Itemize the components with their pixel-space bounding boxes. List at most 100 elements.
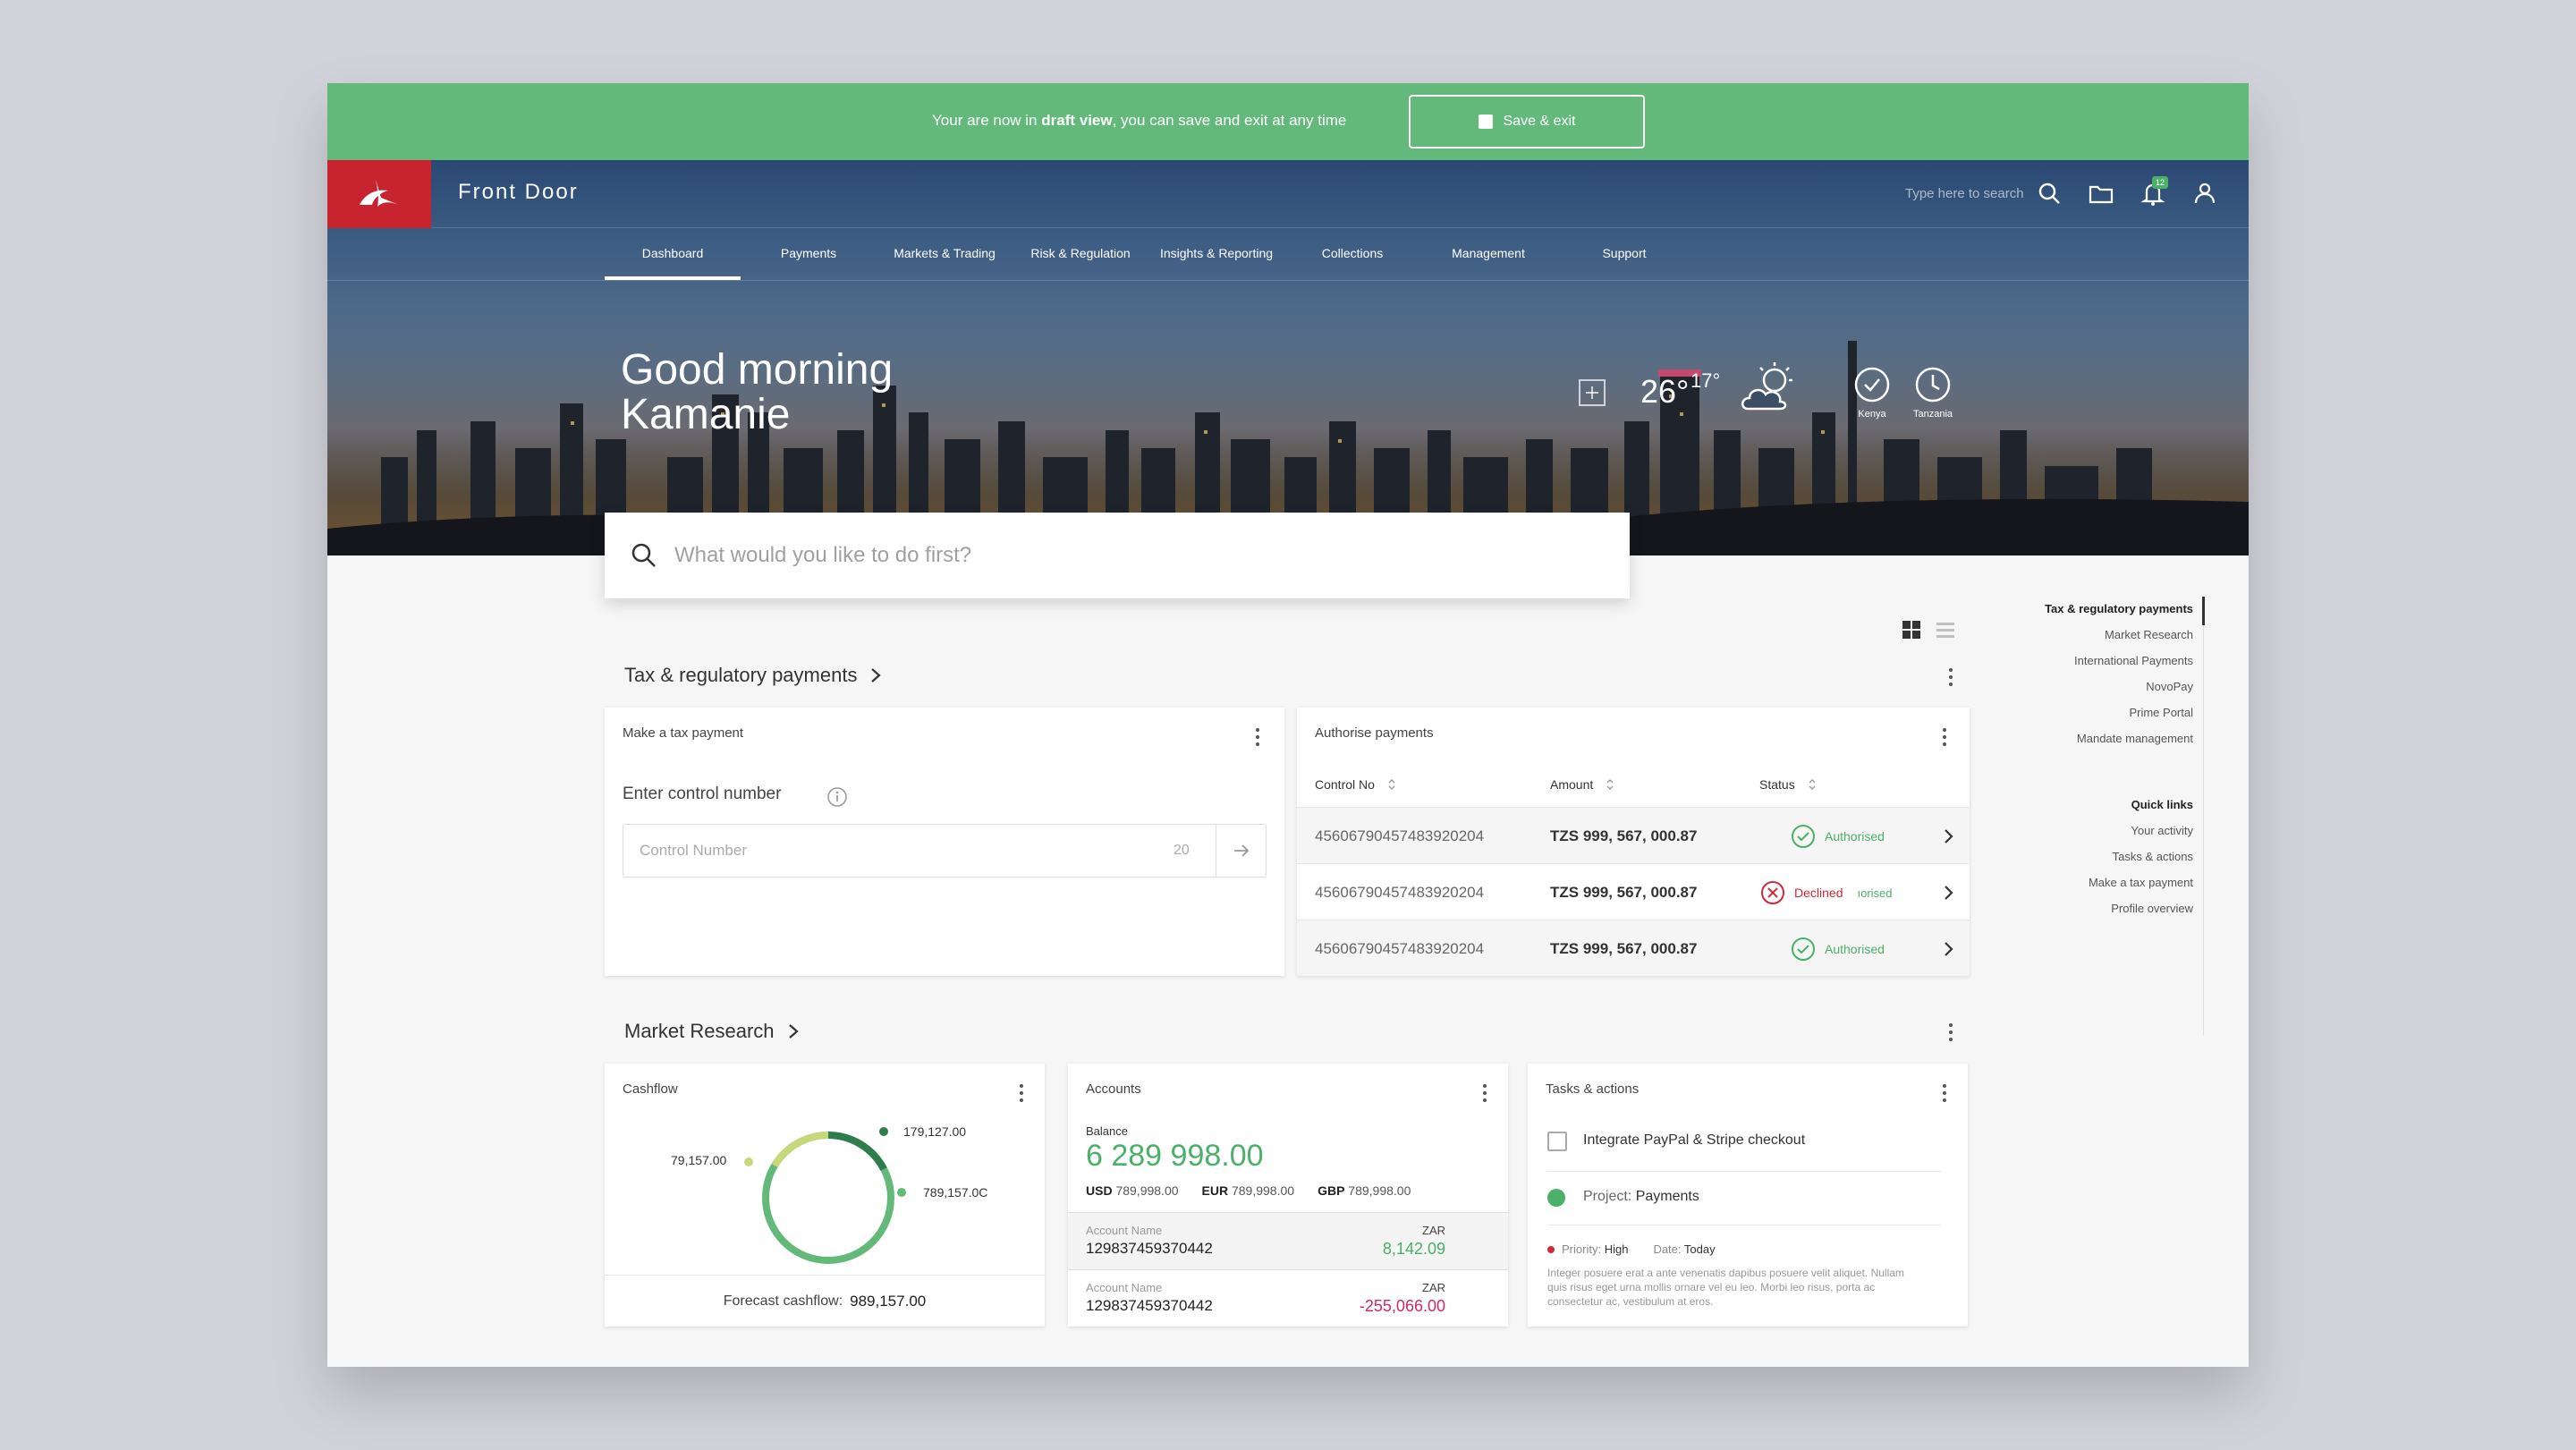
tax-section-header[interactable]: Tax & regulatory payments [624, 664, 882, 687]
draft-text-bold: draft view [1041, 112, 1113, 129]
temperature-high: 26° [1640, 373, 1690, 410]
make-tax-payment-card: Make a tax payment Enter control number … [605, 708, 1284, 976]
sort-icon [1809, 779, 1816, 790]
nav-markets-trading[interactable]: Markets & Trading [877, 228, 1013, 280]
amount: TZS 999, 567, 000.87 [1550, 940, 1698, 957]
donut-label: 179,127.00 [903, 1124, 967, 1139]
forecast-label: Forecast cashflow: [723, 1293, 843, 1309]
card-menu-icon[interactable] [1249, 725, 1267, 749]
account-amount: -255,066.00 [1359, 1297, 1445, 1315]
account-row[interactable]: Account Name 129837459370442 ZAR -255,06… [1068, 1269, 1508, 1327]
market-section-menu-icon[interactable] [1942, 1021, 1960, 1044]
nav-insights-reporting[interactable]: Insights & Reporting [1148, 228, 1284, 280]
card-menu-icon[interactable] [1476, 1081, 1494, 1105]
rail-active-indicator [2202, 597, 2205, 625]
rail-item-novopay[interactable]: NovoPay [2146, 680, 2193, 693]
balance-label: Balance [1086, 1124, 1128, 1138]
user-icon[interactable] [2191, 180, 2218, 207]
nav-dashboard[interactable]: Dashboard [605, 228, 741, 280]
account-amount: 8,142.09 [1382, 1240, 1445, 1258]
nav-support[interactable]: Support [1556, 228, 1692, 280]
quick-link-tasks[interactable]: Tasks & actions [2113, 850, 2193, 863]
column-label: Control No [1315, 777, 1375, 792]
clock-icon-tanzania[interactable] [1914, 366, 1952, 403]
column-label: Status [1759, 777, 1795, 792]
account-row[interactable]: Account Name 129837459370442 ZAR 8,142.0… [1068, 1212, 1508, 1269]
control-number: 45606790457483920204 [1315, 827, 1485, 844]
account-currency: ZAR [1422, 1224, 1445, 1237]
check-circle-icon [1792, 825, 1815, 848]
chevron-right-icon[interactable] [1943, 884, 1955, 902]
column-header-control[interactable]: Control No [1315, 777, 1396, 792]
nav-payments[interactable]: Payments [741, 228, 877, 280]
list-view-icon[interactable] [1936, 620, 1955, 640]
chevron-right-icon [871, 668, 882, 683]
currency-gbp: GBP 789,998.00 [1318, 1183, 1411, 1198]
greeting-line1: Good morning [621, 346, 894, 394]
forecast-value: 989,157.00 [850, 1292, 927, 1310]
rail-line [2203, 625, 2204, 1035]
table-row[interactable]: 45606790457483920204 TZS 999, 567, 000.8… [1297, 920, 1970, 976]
donut-label: 789,157.0C [923, 1185, 988, 1200]
draft-text-after: , you can save and exit at any time [1112, 112, 1347, 129]
divider [1547, 1171, 1941, 1172]
tasks-card: Tasks & actions Integrate PayPal & Strip… [1528, 1064, 1968, 1327]
cashflow-card: Cashflow 179,127.00 789,157.0C 79,157.00… [605, 1064, 1045, 1327]
hero-banner: Front Door Type here to search 12 Dashbo… [327, 160, 2249, 555]
control-number-label: Enter control number [623, 784, 782, 803]
legend-dot-light [744, 1157, 753, 1166]
project-label: Project: Payments [1583, 1189, 1699, 1204]
chevron-right-icon[interactable] [1943, 940, 1955, 958]
column-label: Amount [1550, 777, 1594, 792]
task-checkbox[interactable] [1547, 1132, 1567, 1151]
add-widget-icon[interactable] [1578, 378, 1606, 407]
grid-view-icon[interactable] [1902, 620, 1921, 640]
table-row[interactable]: 45606790457483920204 TZS 999, 567, 000.8… [1297, 863, 1970, 920]
greeting: Good morning Kamanie [621, 346, 894, 439]
card-title: Accounts [1086, 1081, 1141, 1097]
control-number: 45606790457483920204 [1315, 940, 1485, 957]
nav-management[interactable]: Management [1420, 228, 1556, 280]
quick-link-profile[interactable]: Profile overview [2111, 902, 2193, 915]
main-nav: Dashboard Payments Markets & Trading Ris… [605, 228, 1692, 280]
clock-icon-kenya[interactable] [1853, 366, 1891, 403]
quick-links-title: Quick links [2131, 798, 2193, 811]
column-header-status[interactable]: Status [1759, 777, 1817, 792]
greeting-user: Kamanie [621, 391, 791, 439]
legend-dot-mid [897, 1188, 906, 1197]
account-currency: ZAR [1422, 1281, 1445, 1294]
control-number-input[interactable] [623, 842, 1160, 860]
currency-balances: USD 789,998.00 EUR 789,998.00 GBP 789,99… [1086, 1183, 1411, 1198]
market-section-header[interactable]: Market Research [624, 1020, 800, 1043]
task-search-input[interactable] [674, 543, 1479, 568]
balance-value: 6 289 998.00 [1086, 1139, 1264, 1173]
quick-link-activity[interactable]: Your activity [2131, 824, 2193, 837]
rail-item-market-research[interactable]: Market Research [2105, 628, 2193, 641]
card-title: Make a tax payment [623, 725, 744, 741]
rail-item-mandate[interactable]: Mandate management [2077, 732, 2193, 745]
rail-item-international[interactable]: International Payments [2074, 654, 2193, 667]
task-priority: Priority: High [1547, 1242, 1628, 1256]
rail-item-prime-portal[interactable]: Prime Portal [2129, 706, 2193, 719]
account-number: 129837459370442 [1086, 1240, 1213, 1257]
brand-logo[interactable] [327, 160, 431, 228]
chevron-right-icon[interactable] [1943, 827, 1955, 845]
task-text: Integrate PayPal & Stripe checkout [1583, 1132, 1806, 1148]
info-icon[interactable] [826, 786, 848, 808]
account-name-label: Account Name [1086, 1281, 1163, 1294]
nav-collections[interactable]: Collections [1284, 228, 1420, 280]
card-menu-icon[interactable] [1936, 725, 1953, 749]
column-header-amount[interactable]: Amount [1550, 777, 1614, 792]
card-menu-icon[interactable] [1013, 1081, 1030, 1105]
save-exit-button[interactable]: Save & exit [1409, 95, 1645, 148]
rail-item-tax[interactable]: Tax & regulatory payments [2045, 602, 2193, 615]
submit-control-button[interactable] [1216, 825, 1266, 877]
table-row[interactable]: 45606790457483920204 TZS 999, 567, 000.8… [1297, 807, 1970, 863]
card-menu-icon[interactable] [1936, 1081, 1953, 1105]
tax-section-menu-icon[interactable] [1942, 666, 1960, 689]
quick-link-tax-payment[interactable]: Make a tax payment [2089, 876, 2193, 889]
control-number: 45606790457483920204 [1315, 884, 1485, 901]
task-search-box [605, 513, 1630, 598]
nav-risk-regulation[interactable]: Risk & Regulation [1013, 228, 1148, 280]
clock-label-kenya: Kenya [1858, 409, 1886, 420]
